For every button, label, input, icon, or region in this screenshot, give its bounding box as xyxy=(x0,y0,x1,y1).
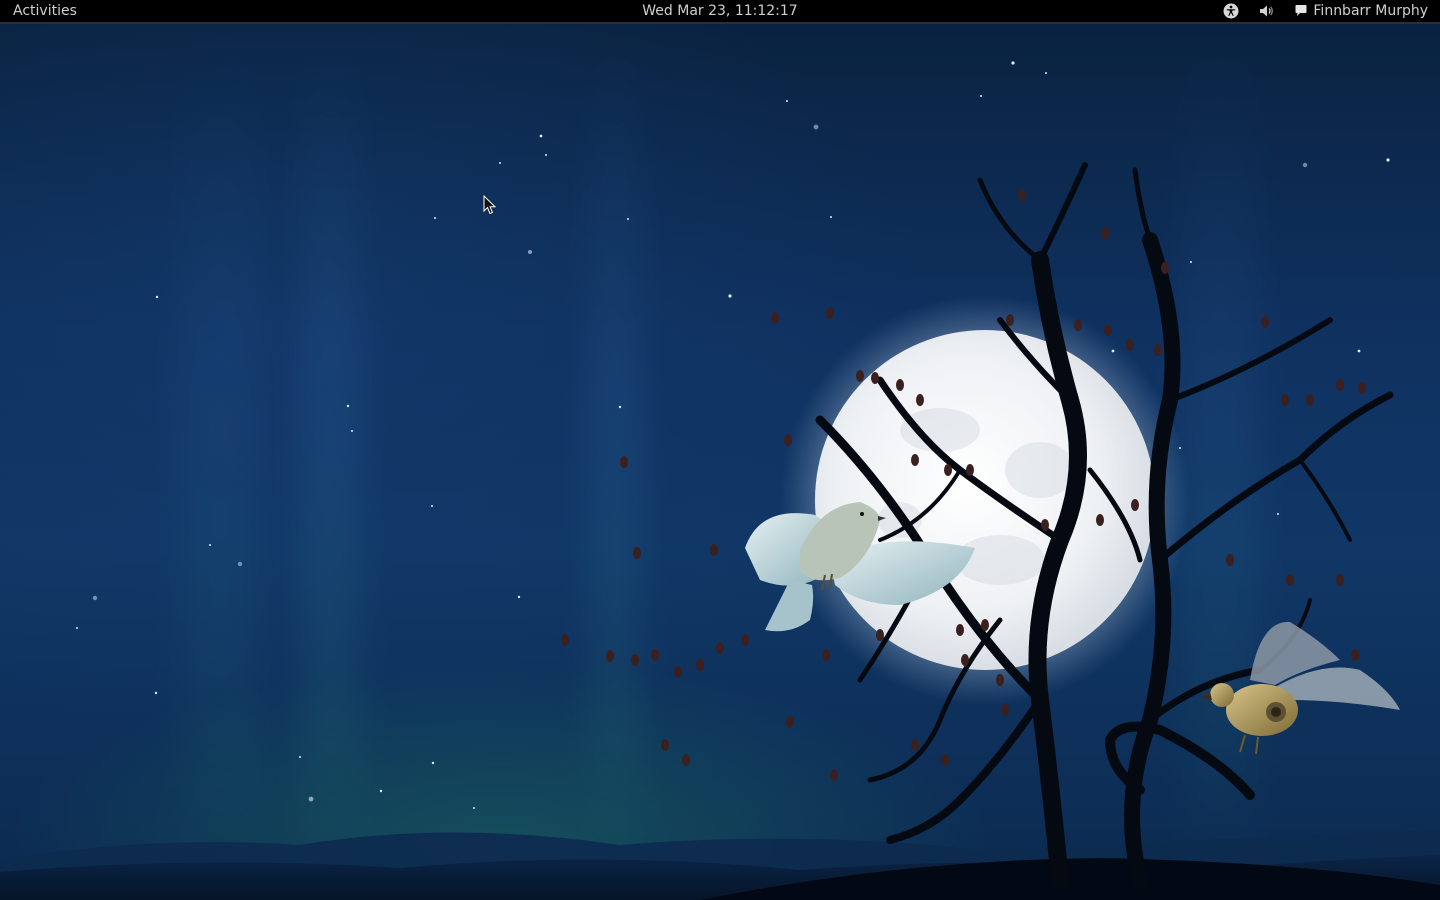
activities-button[interactable]: Activities xyxy=(13,0,77,22)
user-menu[interactable]: Finnbarr Murphy xyxy=(1294,0,1428,22)
stars xyxy=(76,61,1390,809)
accessibility-icon[interactable] xyxy=(1220,0,1242,22)
desktop[interactable] xyxy=(0,24,1440,900)
wallpaper-art xyxy=(0,61,1440,900)
volume-icon[interactable] xyxy=(1256,0,1278,22)
user-name: Finnbarr Murphy xyxy=(1313,3,1428,19)
top-panel: Activities Wed Mar 23, 11:12:17 Finnbarr… xyxy=(0,0,1440,24)
status-area: Finnbarr Murphy xyxy=(1206,0,1428,22)
clock-button[interactable]: Wed Mar 23, 11:12:17 xyxy=(642,3,797,19)
chat-bubble-icon xyxy=(1295,5,1307,16)
mouse-pointer-icon xyxy=(483,195,497,215)
mechanical-bird xyxy=(1200,621,1400,755)
